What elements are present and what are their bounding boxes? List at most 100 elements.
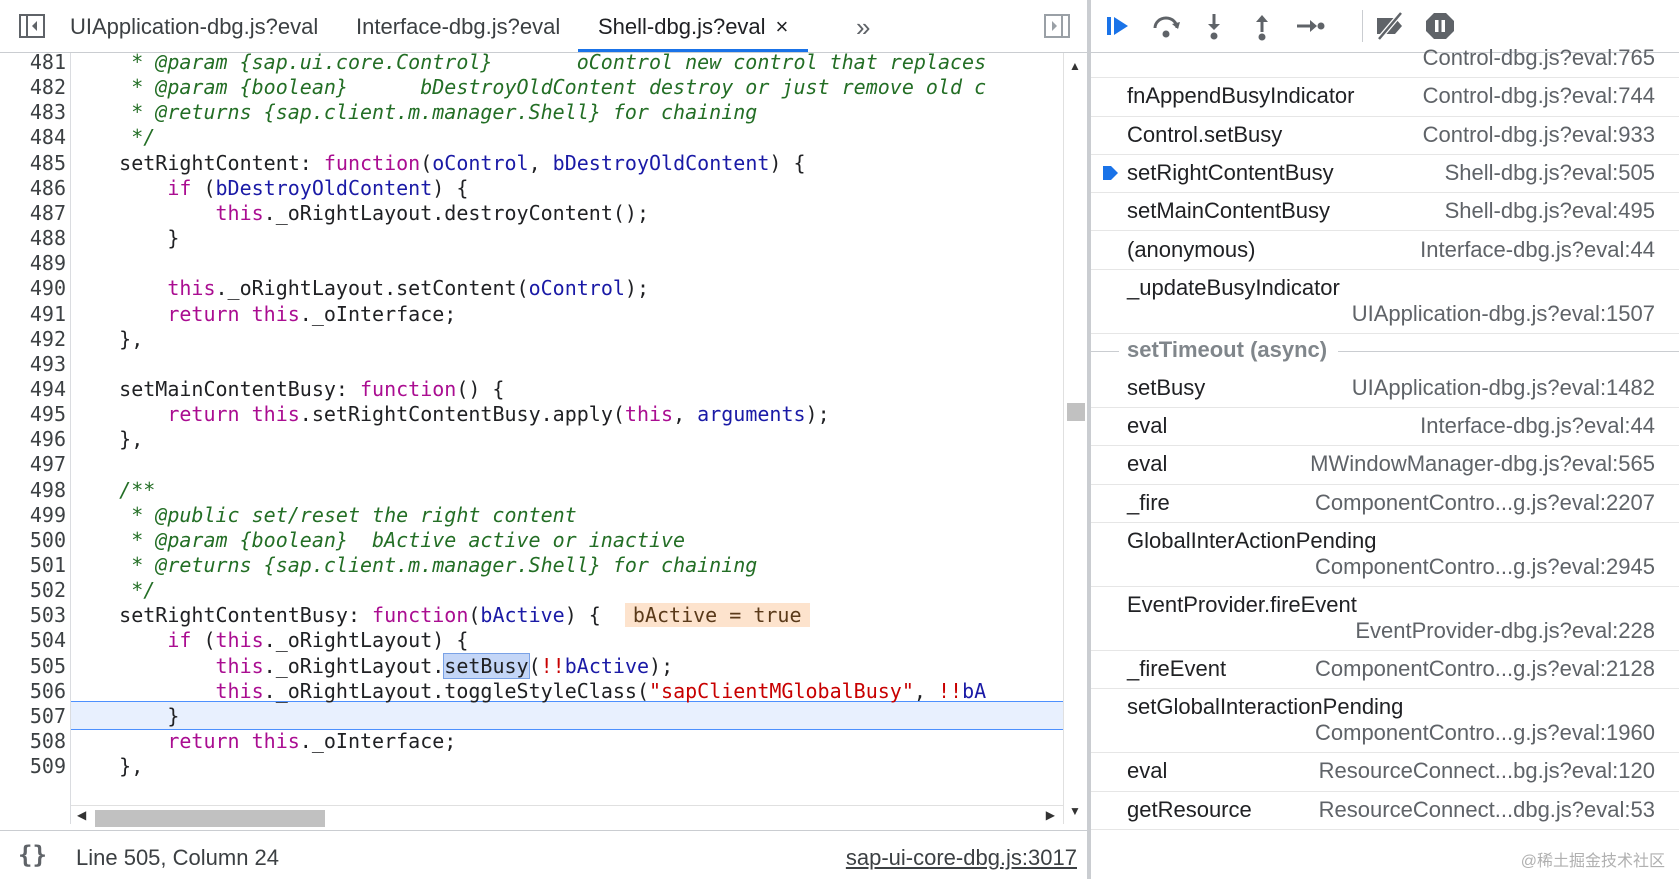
step-over-icon[interactable] (1149, 10, 1183, 42)
frame-function-name: _fireEvent (1127, 656, 1227, 681)
call-frame[interactable]: eval Interface-dbg.js?eval:44 (1091, 407, 1679, 447)
call-frame[interactable]: EventProvider.fireEvent EventProvider-dbg… (1091, 586, 1679, 651)
horizontal-scrollbar[interactable]: ◀ ▶ (71, 805, 1063, 830)
scrollbar-thumb[interactable] (95, 810, 325, 827)
line-number[interactable]: 508 (0, 729, 66, 753)
frame-location[interactable]: Control-dbg.js?eval:744 (1423, 83, 1655, 109)
line-number[interactable]: 487 (0, 201, 66, 225)
frame-location[interactable]: UIApplication-dbg.js?eval:1507 (1352, 301, 1655, 327)
more-tabs-icon[interactable]: » (856, 12, 870, 43)
code-line: }, (71, 326, 144, 351)
tab-uiapplication[interactable]: UIApplication-dbg.js?eval (70, 0, 318, 52)
step-into-icon[interactable] (1197, 10, 1231, 42)
frame-location[interactable]: EventProvider-dbg.js?eval:228 (1355, 618, 1655, 644)
frame-location[interactable]: ComponentContro...g.js?eval:1960 (1315, 720, 1655, 746)
scroll-down-icon[interactable]: ▼ (1069, 804, 1081, 818)
deactivate-breakpoints-icon[interactable] (1373, 10, 1407, 42)
call-frame[interactable]: Control-dbg.js?eval:765 (1091, 39, 1679, 79)
line-number[interactable]: 494 (0, 377, 66, 401)
call-frame[interactable]: getResource ResourceConnect...dbg.js?eval… (1091, 791, 1679, 830)
call-frame[interactable]: _fire ComponentContro...g.js?eval:2207 (1091, 484, 1679, 523)
code-editor[interactable]: * @param {sap.ui.core.Control} oControl … (71, 53, 1061, 819)
frame-location[interactable]: ResourceConnect...bg.js?eval:120 (1319, 758, 1655, 784)
frame-location[interactable]: Interface-dbg.js?eval:44 (1420, 237, 1655, 263)
line-number[interactable]: 486 (0, 176, 66, 200)
scroll-up-icon[interactable]: ▲ (1069, 59, 1081, 73)
frame-function-name: (anonymous) (1127, 236, 1256, 262)
line-number[interactable]: 496 (0, 427, 66, 451)
line-number[interactable]: 485 (0, 151, 66, 175)
call-frame[interactable]: fnAppendBusyIndicator Control-dbg.js?eval… (1091, 77, 1679, 117)
line-number[interactable]: 495 (0, 402, 66, 426)
pause-on-exceptions-icon[interactable] (1423, 10, 1457, 42)
call-frame[interactable]: setBusy UIApplication-dbg.js?eval:1482 (1091, 369, 1679, 409)
frame-location[interactable]: UIApplication-dbg.js?eval:1482 (1352, 375, 1655, 401)
step-icon[interactable] (1293, 10, 1327, 42)
line-number[interactable]: 507 (0, 704, 66, 728)
call-frame[interactable]: (anonymous) Interface-dbg.js?eval:44 (1091, 231, 1679, 270)
code-line: }, (71, 427, 144, 452)
frame-location[interactable]: ComponentContro...g.js?eval:2128 (1315, 656, 1655, 682)
source-mapped-link[interactable]: sap-ui-core-dbg.js:3017 (846, 845, 1077, 871)
frame-function-name: fnAppendBusyIndicator (1127, 83, 1355, 109)
line-number[interactable]: 489 (0, 251, 66, 275)
call-frame[interactable]: setRightContentBusy Shell-dbg.js?eval:505 (1091, 154, 1679, 194)
close-tab-icon[interactable]: × (776, 14, 789, 39)
scroll-right-icon[interactable]: ▶ (1046, 808, 1055, 822)
line-number[interactable]: 483 (0, 100, 66, 124)
vertical-scrollbar[interactable]: ▲ ▼ (1063, 53, 1088, 824)
line-number[interactable]: 491 (0, 302, 66, 326)
tab-shell[interactable]: Shell-dbg.js?eval × (578, 0, 809, 52)
line-number[interactable]: 490 (0, 276, 66, 300)
frame-location[interactable]: Control-dbg.js?eval:765 (1423, 45, 1655, 71)
call-frame[interactable]: _fireEvent ComponentContro...g.js?eval:21… (1091, 650, 1679, 690)
pretty-print-icon[interactable]: {} (18, 841, 47, 869)
line-number[interactable]: 481 (0, 53, 66, 74)
line-number[interactable]: 509 (0, 754, 66, 778)
call-frame[interactable]: setMainContentBusy Shell-dbg.js?eval:495 (1091, 192, 1679, 232)
code-line: setRightContent: function(oControl, bDes… (71, 150, 806, 175)
line-number[interactable]: 482 (0, 75, 66, 99)
toggle-debugger-icon[interactable] (1043, 12, 1071, 40)
step-out-icon[interactable] (1245, 10, 1279, 42)
frame-location[interactable]: Control-dbg.js?eval:933 (1423, 122, 1655, 148)
tab-interface[interactable]: Interface-dbg.js?eval (356, 0, 560, 52)
frame-location[interactable]: Shell-dbg.js?eval:495 (1445, 198, 1655, 224)
line-number[interactable]: 503 (0, 603, 66, 627)
line-number-gutter[interactable]: 481 482 483 484 485 486 487 488 489 490 491 492 493 4… (0, 53, 71, 824)
line-number[interactable]: 505 (0, 654, 66, 678)
line-number[interactable]: 501 (0, 553, 66, 577)
line-number[interactable]: 502 (0, 578, 66, 602)
frame-location[interactable]: MWindowManager-dbg.js?eval:565 (1310, 451, 1655, 477)
line-number[interactable]: 504 (0, 628, 66, 652)
call-frame[interactable]: setGlobalInteractionPending ComponentCont… (1091, 688, 1679, 754)
scrollbar-thumb[interactable] (1067, 403, 1085, 421)
call-frame[interactable]: eval MWindowManager-dbg.js?eval:565 (1091, 445, 1679, 485)
line-number[interactable]: 488 (0, 226, 66, 250)
line-number[interactable]: 493 (0, 352, 66, 376)
tab-label: UIApplication-dbg.js?eval (70, 14, 319, 39)
line-number[interactable]: 498 (0, 478, 66, 502)
code-line: */ (71, 578, 156, 603)
call-frame[interactable]: _updateBusyIndicator UIApplication-dbg.js… (1091, 269, 1679, 334)
frame-location[interactable]: Shell-dbg.js?eval:505 (1445, 160, 1655, 186)
line-number[interactable]: 492 (0, 327, 66, 351)
frame-location[interactable]: Interface-dbg.js?eval:44 (1420, 413, 1655, 439)
code-line: if (bDestroyOldContent) { (167, 175, 469, 200)
call-frame[interactable]: GlobalInterActionPending ComponentContro.… (1091, 522, 1679, 587)
scroll-left-icon[interactable]: ◀ (77, 808, 86, 822)
code-line: setRightContentBusy: function(bActive) {… (71, 603, 810, 628)
line-number[interactable]: 484 (0, 125, 66, 149)
line-number[interactable]: 497 (0, 452, 66, 476)
resume-icon[interactable] (1101, 10, 1135, 42)
frame-location[interactable]: ResourceConnect...dbg.js?eval:53 (1319, 797, 1655, 823)
frame-location[interactable]: ComponentContro...g.js?eval:2945 (1315, 554, 1655, 580)
line-number[interactable]: 500 (0, 528, 66, 552)
code-line: setMainContentBusy: function() { (71, 376, 505, 401)
call-frame[interactable]: eval ResourceConnect...bg.js?eval:120 (1091, 752, 1679, 792)
frame-location[interactable]: ComponentContro...g.js?eval:2207 (1315, 490, 1655, 516)
line-number[interactable]: 506 (0, 679, 66, 703)
toggle-navigator-icon[interactable] (18, 12, 46, 40)
line-number[interactable]: 499 (0, 503, 66, 527)
call-frame[interactable]: Control.setBusy Control-dbg.js?eval:933 (1091, 116, 1679, 155)
